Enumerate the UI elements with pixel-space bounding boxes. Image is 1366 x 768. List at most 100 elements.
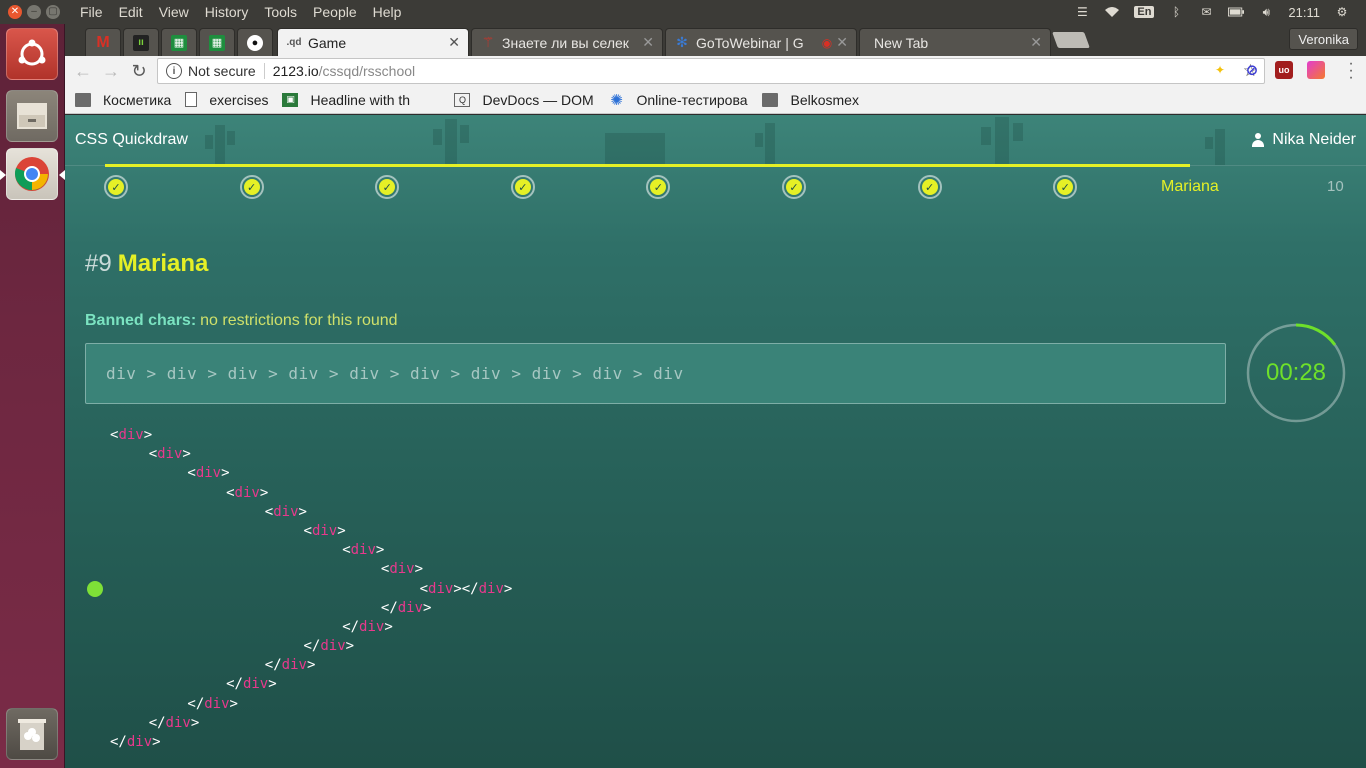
tab-title: New Tab — [874, 34, 929, 51]
close-icon[interactable]: ✕ — [448, 34, 460, 51]
bookmark-kosmetika[interactable]: Косметика — [75, 92, 171, 108]
pinned-tab-github[interactable]: ● — [237, 28, 273, 56]
code-line: <div> — [110, 426, 512, 445]
target-marker-dot — [87, 581, 103, 597]
sheet-icon: ▣ — [282, 92, 299, 107]
pinned-tab-sheets-2[interactable]: ▦ — [199, 28, 235, 56]
profile-button[interactable]: Veronika — [1289, 28, 1358, 50]
bookmark-belkosmex[interactable]: Belkosmex — [762, 91, 859, 108]
address-bar[interactable]: i Not secure 2123.io/cssqd/rsschool ☆ — [157, 58, 1265, 84]
new-tab-button[interactable] — [1052, 32, 1090, 48]
bookmark-exercises[interactable]: exercises — [185, 92, 268, 108]
keyboard-layout-indicator[interactable]: En — [1134, 6, 1155, 18]
ublock-extension-icon[interactable]: uo — [1275, 61, 1293, 79]
tab-new-tab[interactable]: New Tab ✕ — [859, 28, 1051, 56]
close-icon[interactable]: ✕ — [642, 34, 654, 51]
bulb-extension-icon[interactable]: ✦ — [1211, 61, 1229, 79]
menu-tools[interactable]: Tools — [264, 4, 297, 20]
close-icon[interactable]: ✕ — [1030, 34, 1042, 51]
menu-file[interactable]: File — [80, 4, 103, 20]
tag-bracket: </ — [303, 638, 321, 655]
tag-name: div — [204, 695, 230, 712]
tag-bracket: > — [503, 580, 513, 597]
trash-launcher-button[interactable] — [6, 708, 58, 760]
tab-selectors-quiz[interactable]: ⚚ Знаете ли вы селек ✕ — [471, 28, 663, 56]
code-line: <div> — [110, 522, 512, 541]
code-line: </div> — [110, 599, 512, 618]
menu-kebab-icon[interactable]: · · · — [1346, 56, 1356, 86]
tag-bracket: < — [419, 580, 429, 597]
sort-icon[interactable]: ☰ — [1074, 5, 1090, 19]
tag-bracket: < — [303, 522, 312, 539]
battery-icon[interactable] — [1228, 5, 1245, 19]
tag-bracket: </ — [342, 618, 360, 635]
gotowebinar-icon: ✻ — [676, 34, 688, 50]
bookmark-label: Belkosmex — [790, 91, 859, 108]
check-icon: ✓ — [379, 179, 396, 195]
bluetooth-icon[interactable]: ᛒ — [1168, 5, 1184, 19]
pinned-tab-ib[interactable]: ıı — [123, 28, 159, 56]
wifi-icon[interactable] — [1104, 5, 1120, 19]
tag-bracket: > — [306, 657, 316, 674]
mail-icon[interactable]: ✉ — [1198, 5, 1214, 19]
window-controls: ✕ – ▢ — [8, 5, 68, 19]
ubuntu-dash-button[interactable] — [6, 28, 58, 80]
code-line: </div> — [110, 733, 512, 752]
volume-icon[interactable]: 🔊︎ — [1258, 5, 1274, 19]
window-close-button[interactable]: ✕ — [8, 5, 22, 19]
tag-name: div — [397, 599, 424, 616]
block-extension-icon[interactable]: ⊘ — [1243, 61, 1261, 79]
close-icon[interactable]: ✕ — [836, 34, 848, 51]
code-line: <div></div> — [110, 580, 513, 599]
window-minimize-button[interactable]: – — [27, 5, 41, 19]
bookmark-online-test[interactable]: ✺ Online-тестирова — [608, 92, 748, 109]
back-button[interactable]: ← — [69, 57, 97, 85]
tag-name: div — [234, 484, 260, 501]
clock[interactable]: 21:11 — [1288, 5, 1320, 20]
devdocs-icon: Q — [454, 92, 471, 107]
chrome-icon — [14, 157, 49, 191]
progress-bar — [105, 164, 1190, 167]
menu-bar: File Edit View History Tools People Help — [80, 4, 401, 20]
tab-gotowebinar[interactable]: ✻ GoToWebinar | G ◉ ✕ — [665, 28, 857, 56]
bookmark-devdocs[interactable]: Q DevDocs — DOM — [454, 92, 594, 108]
user-menu[interactable]: Nika Neider — [1252, 131, 1356, 149]
code-line: <div> — [110, 560, 512, 579]
tab-game[interactable]: .qd Game ✕ — [277, 28, 469, 56]
pinned-tab-gmail[interactable]: M — [85, 28, 121, 56]
user-icon — [1252, 133, 1265, 147]
colorpicker-extension-icon[interactable] — [1307, 61, 1325, 79]
menu-people[interactable]: People — [313, 4, 357, 20]
info-icon[interactable]: i — [166, 63, 182, 79]
menu-view[interactable]: View — [159, 4, 189, 20]
browser-toolbar: ← → ↻ i Not secure 2123.io/cssqd/rsschoo… — [65, 56, 1366, 86]
url-host: 2123.io — [272, 63, 319, 79]
tag-name: div — [273, 503, 299, 520]
tag-bracket: </ — [148, 714, 166, 731]
files-launcher-button[interactable] — [6, 90, 58, 142]
forward-button[interactable]: → — [97, 57, 125, 85]
tag-bracket: > — [268, 676, 277, 693]
bookmarks-bar: Косметика exercises ▣ Headline with th QD… — [65, 86, 1366, 114]
menu-edit[interactable]: Edit — [119, 4, 143, 20]
recording-icon: ◉ — [821, 35, 833, 50]
bookmark-headline[interactable]: ▣ Headline with th — [282, 92, 440, 108]
reload-button[interactable]: ↻ — [125, 57, 153, 85]
selector-input[interactable]: div > div > div > div > div > div > div … — [85, 343, 1226, 404]
banned-chars-value: no restrictions for this round — [200, 312, 398, 329]
trash-icon — [18, 719, 46, 750]
check-icon: ✓ — [921, 179, 938, 195]
app-title[interactable]: CSS Quickdraw — [75, 131, 188, 149]
menu-history[interactable]: History — [205, 4, 249, 20]
pinned-tab-sheets-1[interactable]: ▦ — [161, 28, 197, 56]
progress-step-completed: ✓ — [104, 175, 128, 199]
check-icon: ✓ — [650, 179, 667, 195]
tag-bracket: > — [143, 427, 153, 443]
tag-name: div — [478, 580, 504, 597]
tag-name: div — [118, 427, 144, 443]
menu-help[interactable]: Help — [373, 4, 402, 20]
github-icon: ● — [247, 34, 263, 51]
chrome-launcher-button[interactable] — [6, 148, 58, 200]
gear-icon[interactable]: ⚙ — [1334, 5, 1350, 19]
window-maximize-button[interactable]: ▢ — [46, 5, 60, 19]
